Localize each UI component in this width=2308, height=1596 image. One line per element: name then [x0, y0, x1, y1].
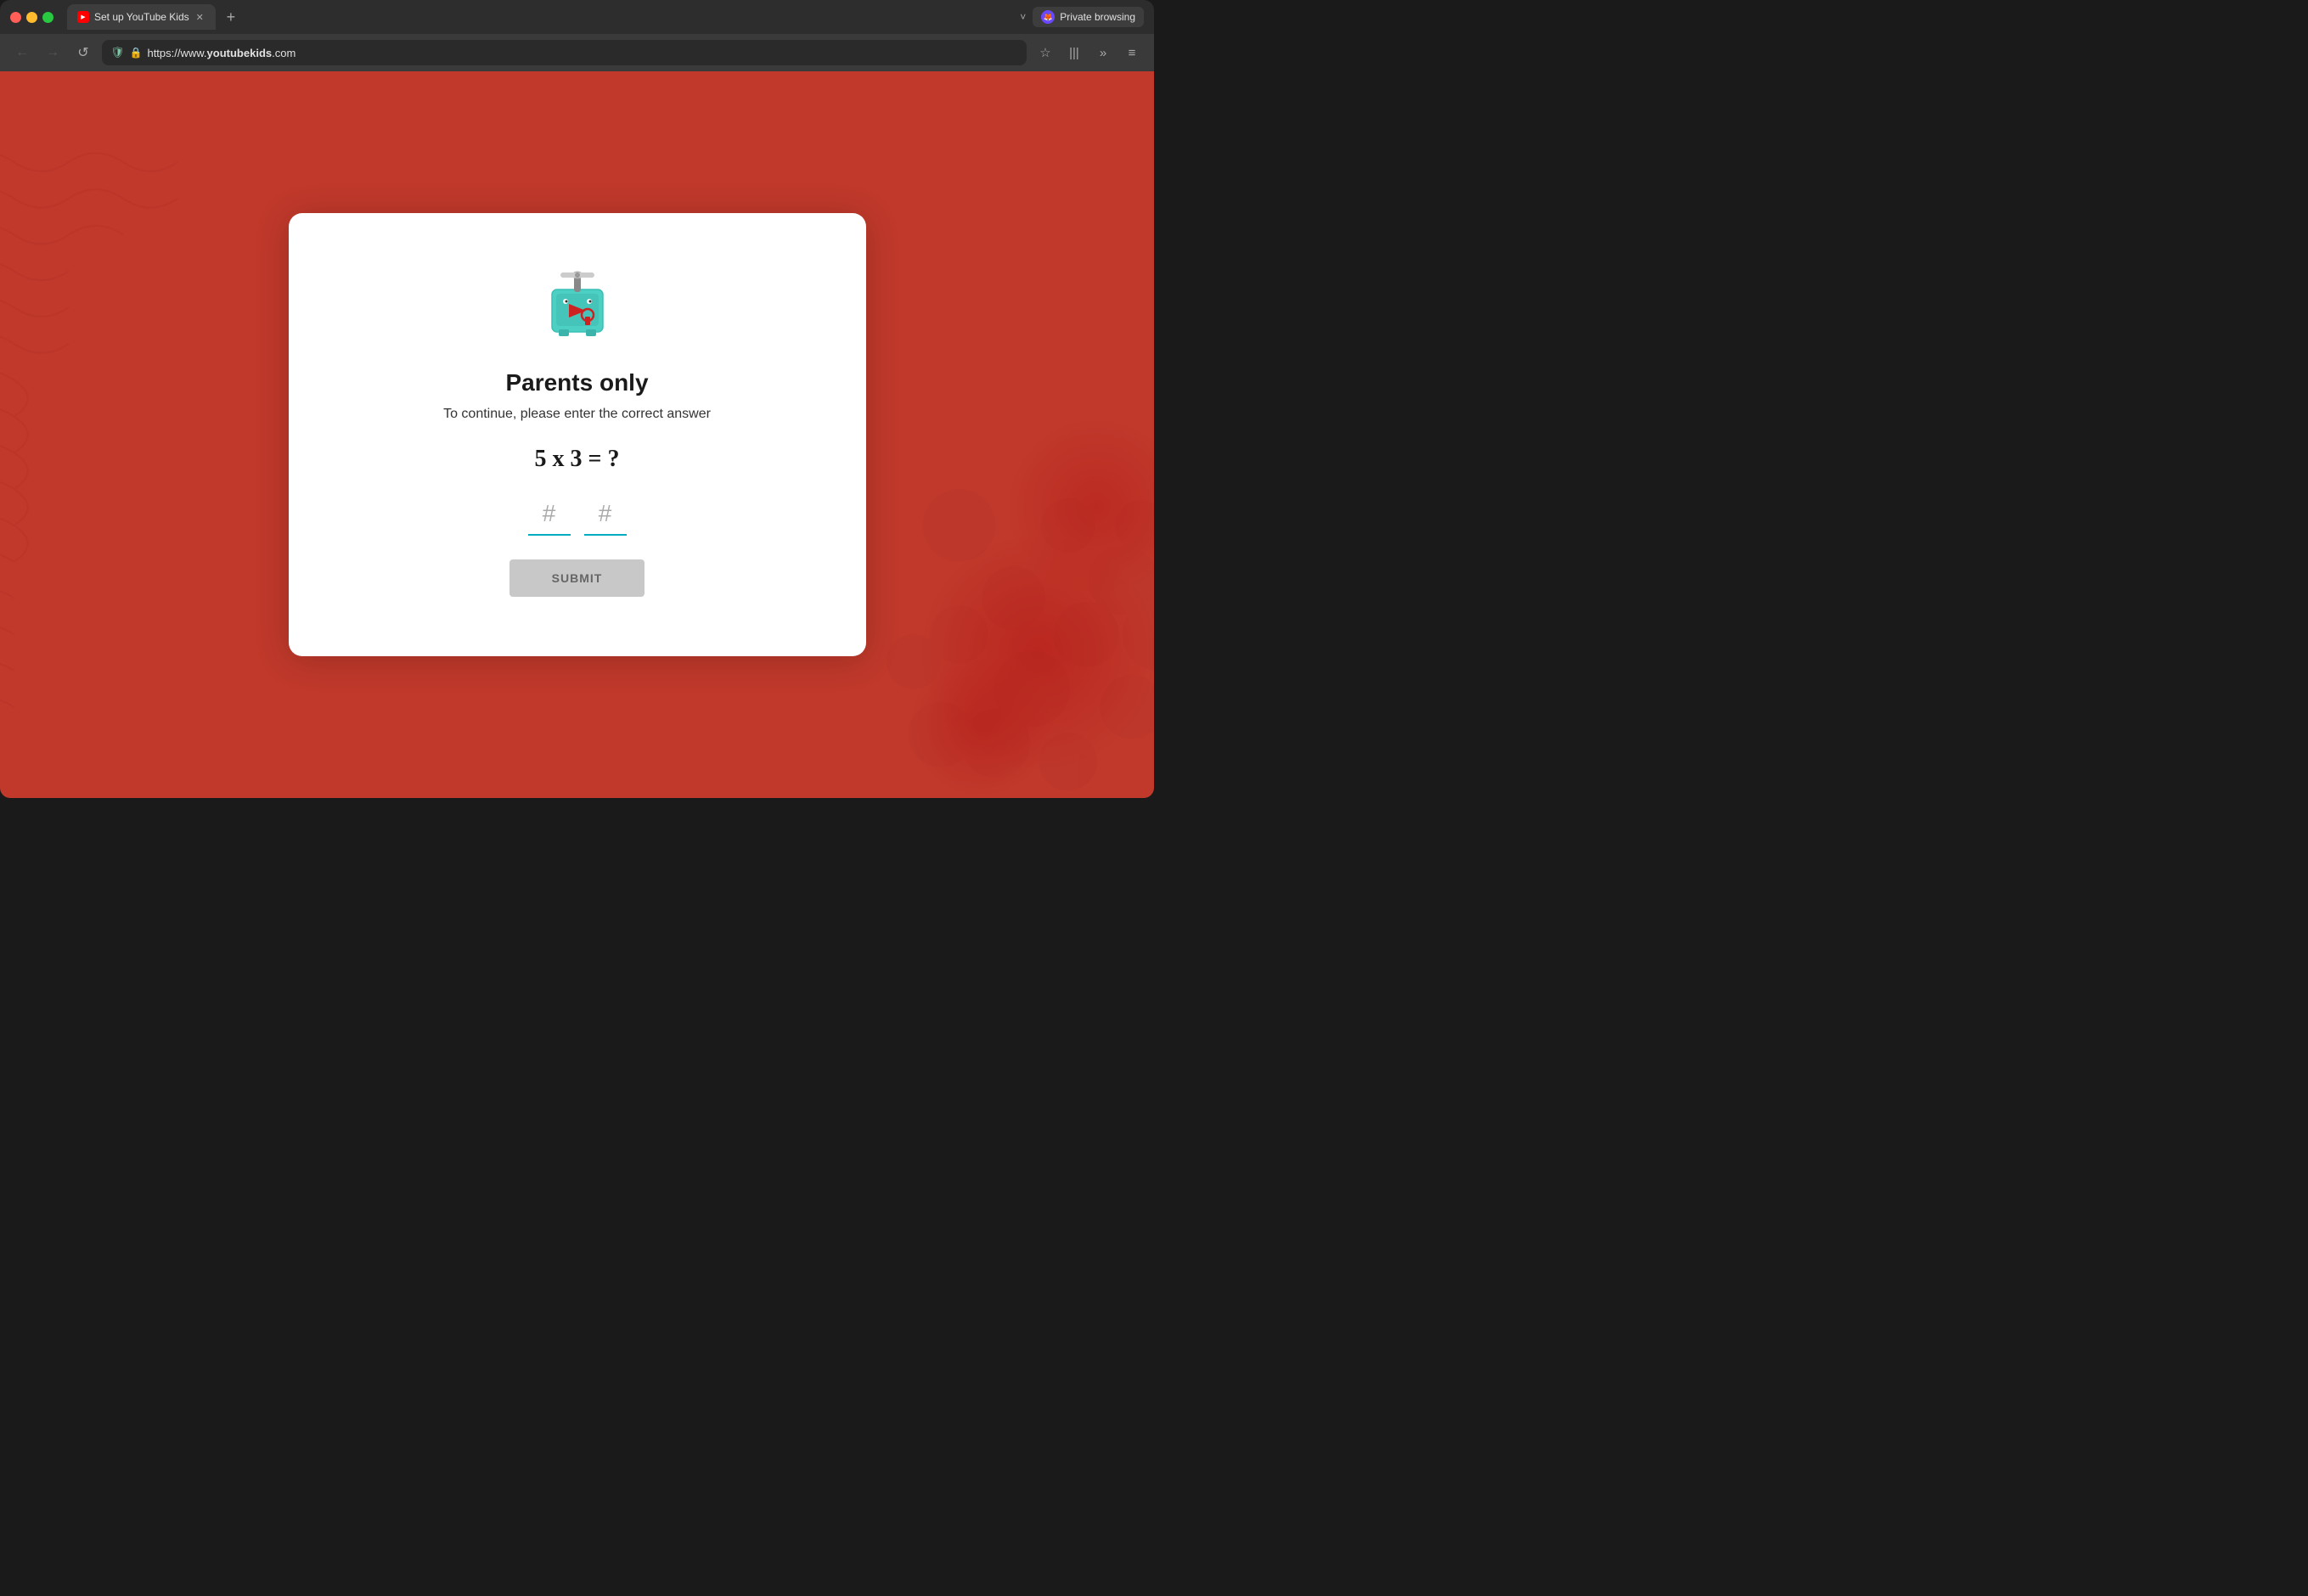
tab-bar: Set up YouTube Kids ✕ + [67, 4, 1013, 30]
traffic-lights [10, 12, 53, 23]
url-text: https://www.youtubekids.com [147, 47, 296, 59]
parents-only-heading: Parents only [505, 369, 648, 396]
parents-only-card: Parents only To continue, please enter t… [289, 213, 866, 656]
digit-input-2[interactable] [584, 493, 627, 536]
digit-input-1[interactable] [528, 493, 571, 536]
nav-bar: ← → ↺ 🛡 🔒 https://www.youtubekids.com ☆ … [0, 34, 1154, 71]
answer-input-row [528, 493, 627, 536]
url-domain: youtubekids [207, 47, 273, 59]
yt-kids-robot-icon [535, 264, 620, 349]
new-tab-button[interactable]: + [219, 5, 243, 29]
back-button[interactable]: ← [10, 41, 34, 65]
history-button[interactable]: ||| [1062, 41, 1086, 65]
tab-title: Set up YouTube Kids [94, 11, 189, 23]
menu-button[interactable]: ≡ [1120, 41, 1144, 65]
title-bar-right: ˅ 🦊 Private browsing [1020, 7, 1144, 27]
browser-window: Set up YouTube Kids ✕ + ˅ 🦊 Private brow… [0, 0, 1154, 798]
nav-bar-right: ☆ ||| » ≡ [1033, 41, 1144, 65]
reload-button[interactable]: ↺ [71, 41, 95, 65]
submit-button[interactable]: SUBMIT [509, 559, 645, 597]
math-question: 5 x 3 = ? [535, 446, 620, 473]
bookmark-button[interactable]: ☆ [1033, 41, 1057, 65]
more-button[interactable]: » [1091, 41, 1115, 65]
tab-close-button[interactable]: ✕ [194, 10, 205, 25]
forward-button[interactable]: → [41, 41, 65, 65]
lock-icon: 🔒 [130, 47, 143, 59]
maximize-button[interactable] [42, 12, 53, 23]
tab-favicon-icon [77, 11, 89, 23]
firefox-private-icon: 🦊 [1041, 10, 1055, 24]
dropdown-arrow-icon[interactable]: ˅ [1020, 11, 1026, 23]
active-tab[interactable]: Set up YouTube Kids ✕ [67, 4, 216, 30]
close-button[interactable] [10, 12, 21, 23]
url-tld: .com [272, 47, 296, 59]
address-bar[interactable]: 🛡 🔒 https://www.youtubekids.com [102, 40, 1027, 65]
private-browsing-indicator: 🦊 Private browsing [1033, 7, 1144, 27]
title-bar: Set up YouTube Kids ✕ + ˅ 🦊 Private brow… [0, 0, 1154, 34]
subtitle-text: To continue, please enter the correct an… [443, 407, 711, 422]
page-content: Parents only To continue, please enter t… [0, 71, 1154, 798]
minimize-button[interactable] [26, 12, 37, 23]
shield-icon: 🛡 [110, 46, 125, 59]
private-browsing-label: Private browsing [1060, 11, 1135, 23]
url-scheme: https://www. [147, 47, 206, 59]
